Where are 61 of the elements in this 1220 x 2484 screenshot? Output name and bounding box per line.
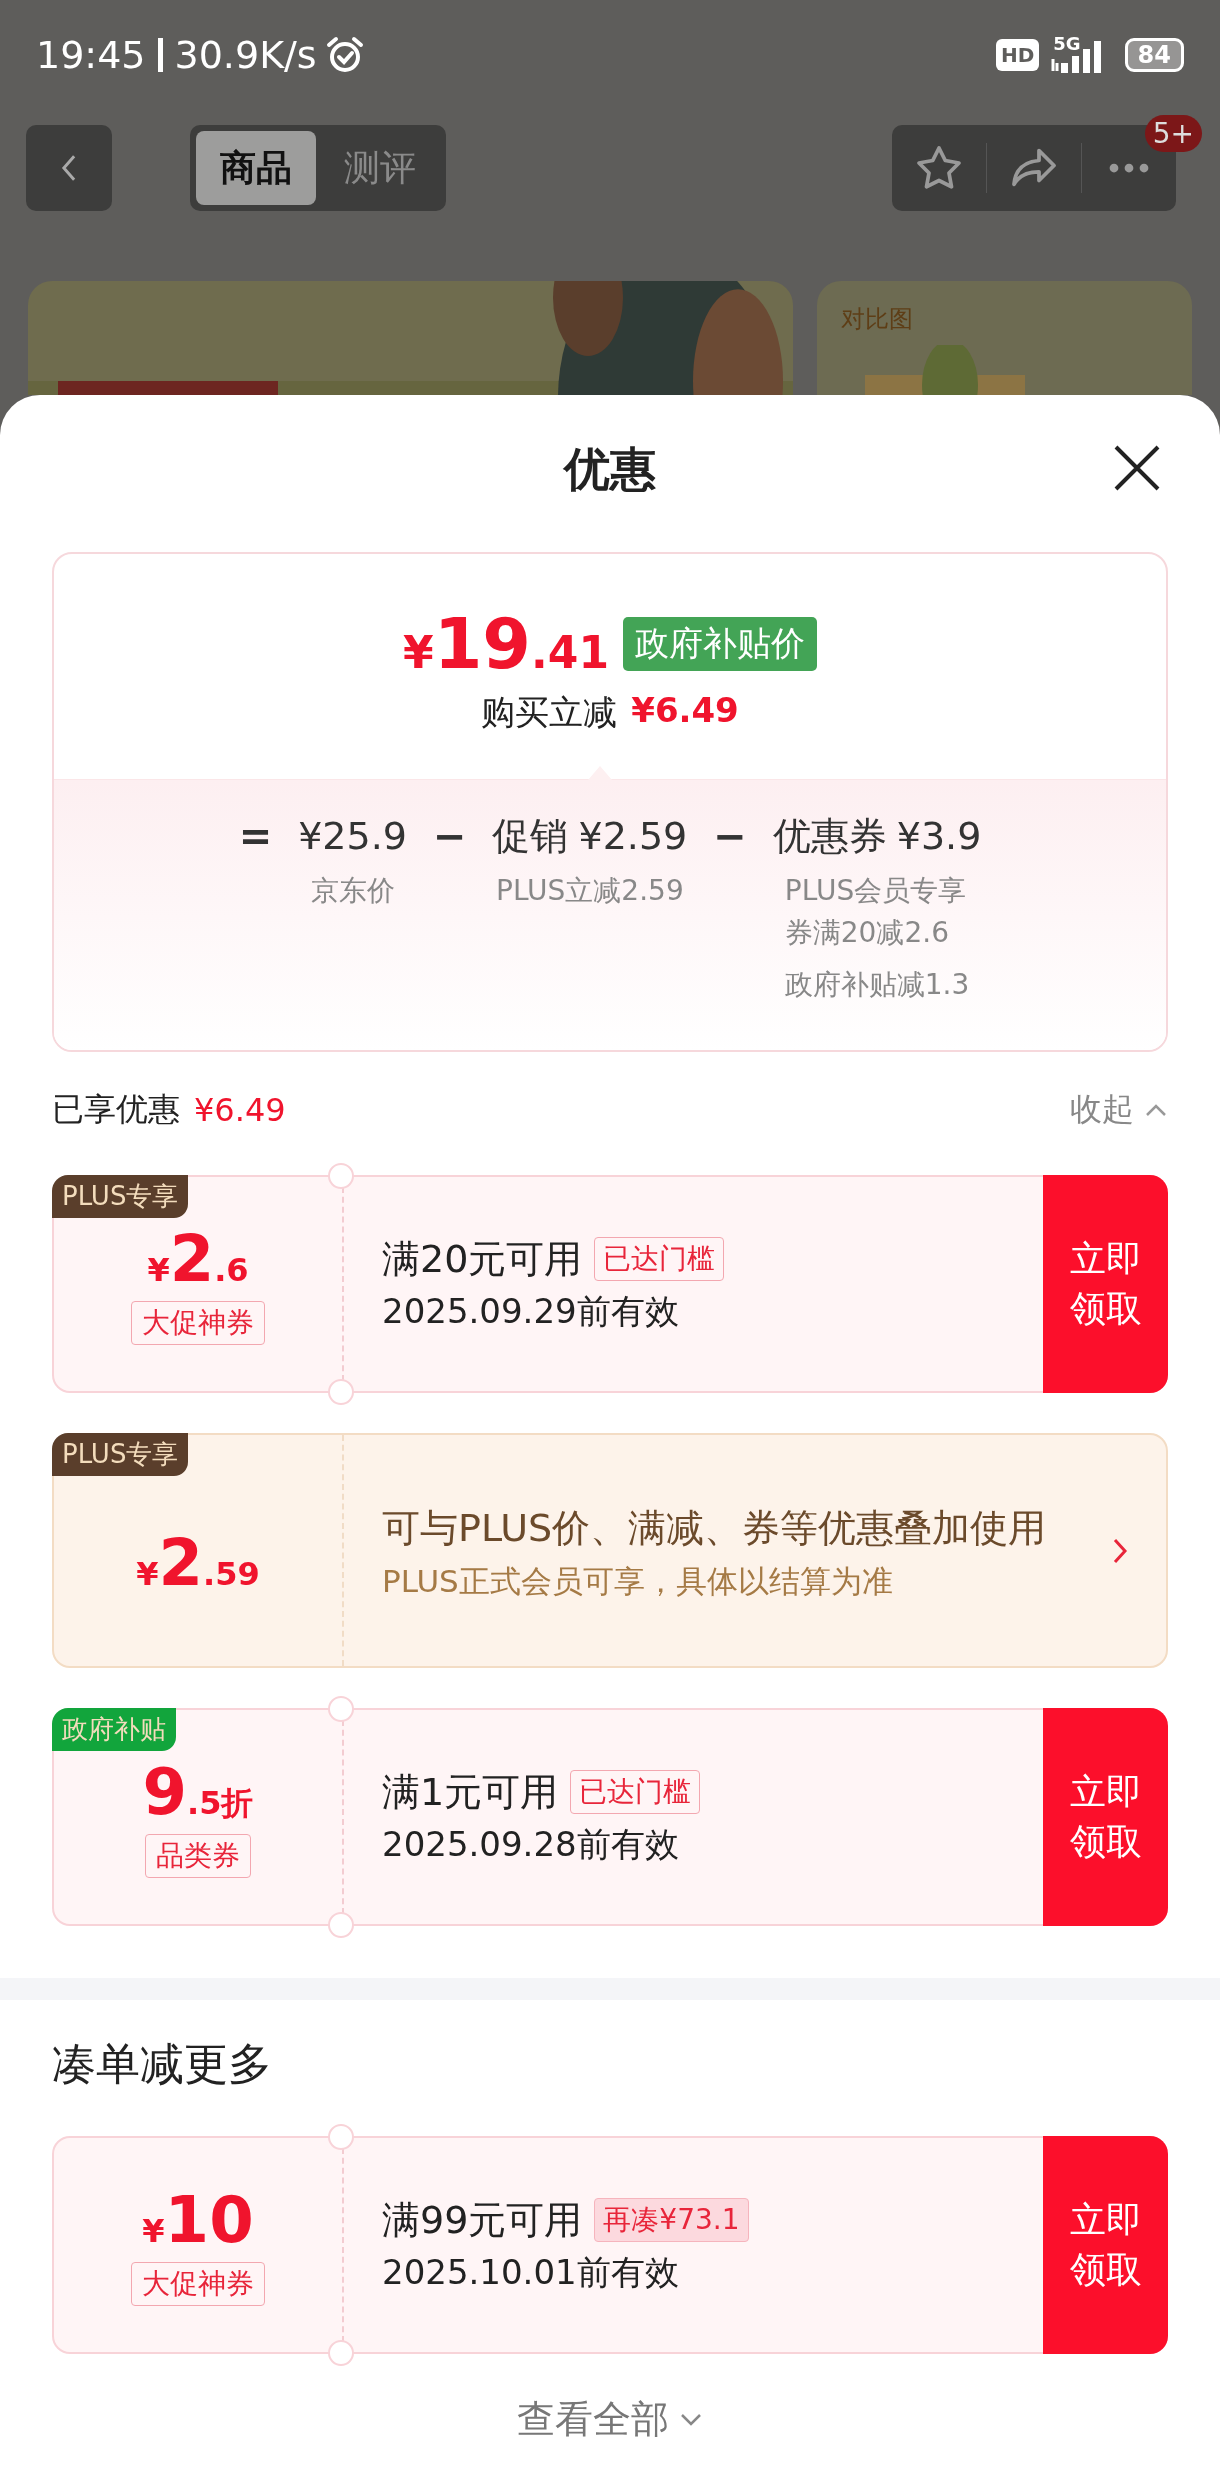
subsidy-tag: 政府补贴价 [623, 617, 817, 671]
coupon-expiry: 2025.10.01前有效 [382, 2250, 680, 2294]
claim-button[interactable]: 立即领取 [1043, 2136, 1168, 2354]
coupon-note: PLUS正式会员可享，具体以结算为准 [382, 1561, 894, 1601]
alarm-clock-icon [324, 35, 365, 75]
claim-button[interactable]: 立即领取 [1043, 1175, 1168, 1393]
enjoyed-amount: ¥6.49 [194, 1091, 286, 1129]
breakdown-amount: ¥3.9 [896, 813, 982, 860]
enjoyed-label: 已享优惠 [52, 1089, 180, 1130]
network-speed: 30.9K/s [174, 33, 317, 77]
status-separator [157, 38, 163, 72]
coupon-type-tag: 品类券 [145, 1834, 251, 1878]
threshold-tag: 已达门槛 [594, 1237, 725, 1281]
coupon-value: ¥2.6 [147, 1223, 249, 1295]
tab[interactable]: 商品 [196, 131, 316, 205]
breakdown-label: 促销 [492, 813, 569, 860]
breakdown-amount: ¥2.59 [578, 813, 688, 860]
final-price: ¥19.41 [403, 604, 609, 684]
hd-indicator: HD [995, 39, 1040, 71]
coupon-expiry: 2025.09.29前有效 [382, 1289, 680, 1333]
coupon-type-tag: 大促神券 [131, 2262, 265, 2306]
chevron-down-icon [679, 2411, 703, 2428]
coupon-description: 可与PLUS价、满减、券等优惠叠加使用 [382, 1504, 1048, 1552]
coupon-condition: 满1元可用 [382, 1768, 559, 1816]
coupon-value: 9.5折 [142, 1756, 254, 1828]
breakdown-note: PLUS立减2.59 [496, 873, 684, 909]
coupon-value: ¥10 [142, 2184, 254, 2256]
breakdown-note: 券满20减2.6 [784, 915, 950, 951]
coupon-ribbon: PLUS专享 [52, 1433, 189, 1476]
reduction-amount: ¥6.49 [631, 690, 739, 732]
breakdown-note: 政府补贴减1.3 [784, 967, 970, 1003]
close-icon[interactable] [1112, 443, 1162, 493]
network-type: 5G [1053, 32, 1081, 54]
breakdown-amount: ¥25.9 [298, 813, 407, 860]
battery-indicator: 84 [1124, 38, 1184, 72]
coupon-condition: 满20元可用 [382, 1235, 583, 1283]
status-time: 19:45 [36, 33, 146, 77]
section-title: 凑单减更多 [51, 2036, 273, 2091]
breakdown-note: 京东价 [310, 873, 395, 909]
chevron-right-icon[interactable] [1112, 1536, 1128, 1565]
breakdown-label: 优惠券 [772, 813, 887, 860]
collapse-toggle[interactable]: 收起 [1070, 1088, 1168, 1132]
tab[interactable]: 测评 [320, 131, 440, 205]
coupon-condition: 满99元可用 [382, 2196, 583, 2244]
coupon-expiry: 2025.09.28前有效 [382, 1822, 680, 1866]
sheet-title: 优惠 [564, 441, 656, 498]
notification-badge: 5+ [1144, 115, 1202, 152]
threshold-tag: 再凑¥73.1 [594, 2198, 749, 2242]
reduction-label: 购买立减 [481, 691, 618, 734]
card-title: 对比图 [841, 304, 914, 335]
claim-button[interactable]: 立即领取 [1043, 1708, 1168, 1926]
coupon-ribbon: PLUS专享 [52, 1175, 189, 1218]
coupon-type-tag: 大促神券 [131, 1301, 265, 1345]
view-all-button[interactable]: 查看全部 [517, 2386, 703, 2453]
breakdown-note: PLUS会员专享 [784, 873, 968, 909]
operator: = [238, 812, 273, 861]
operator: − [713, 812, 747, 861]
threshold-tag: 已达门槛 [570, 1770, 701, 1814]
coupon-ribbon: 政府补贴 [52, 1708, 176, 1751]
coupon-value: ¥2.59 [136, 1526, 260, 1599]
operator: − [432, 812, 467, 861]
